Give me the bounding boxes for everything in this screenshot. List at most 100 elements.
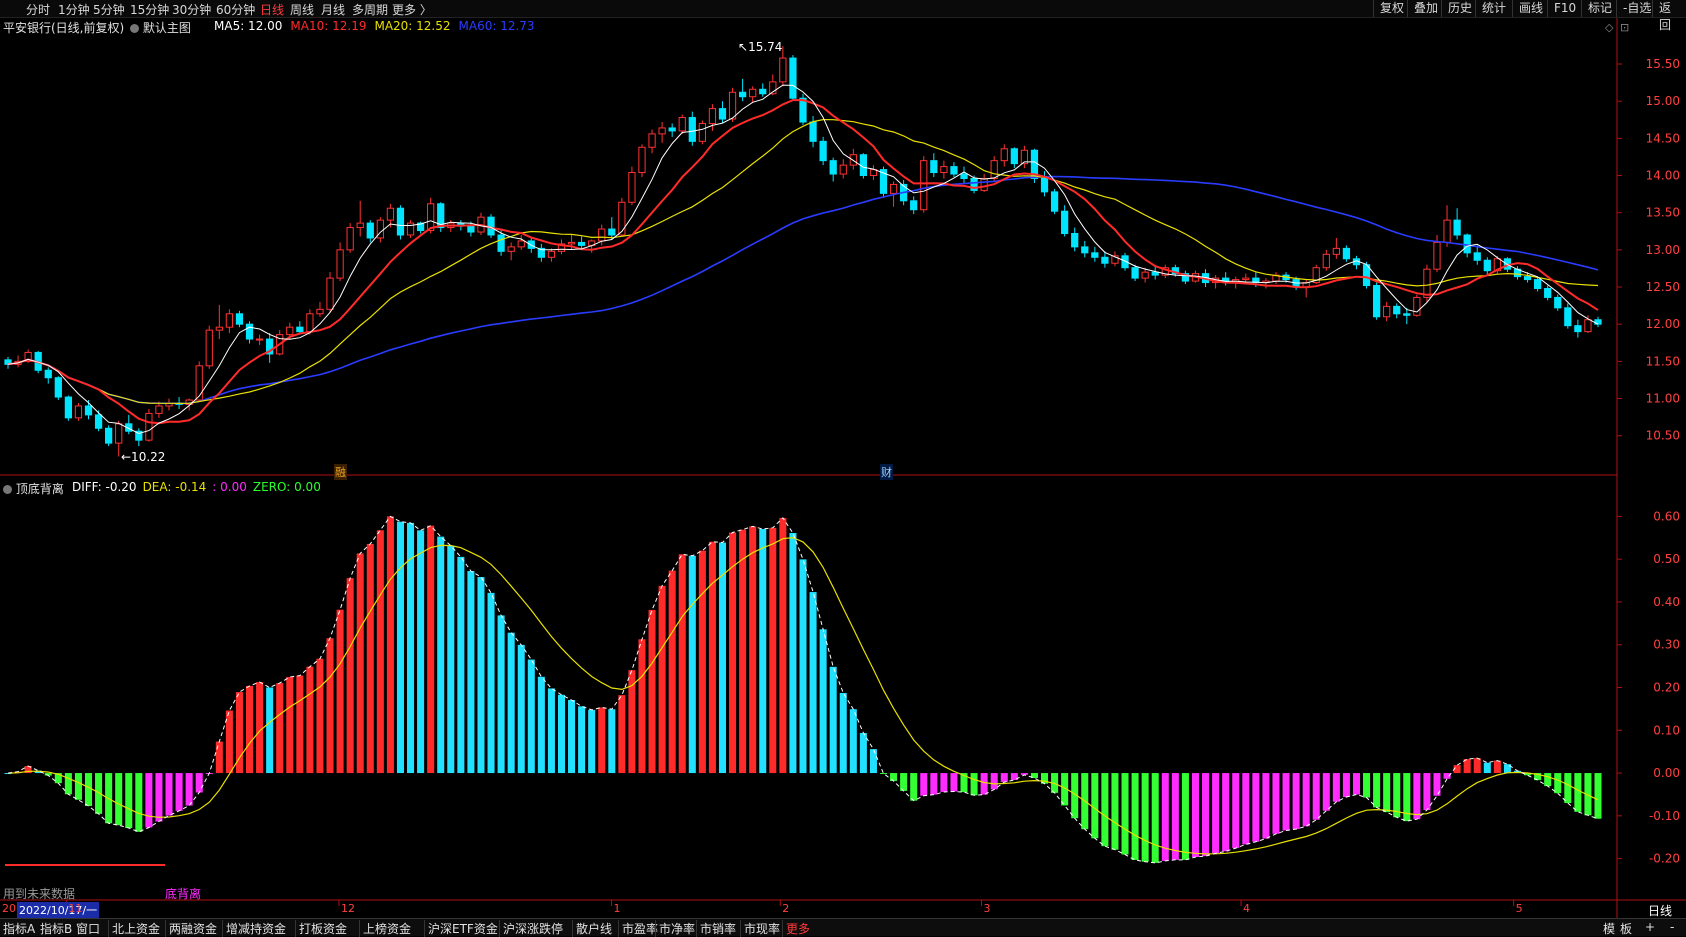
candle-down [1050,191,1059,212]
event-label-margin[interactable]: 融 [334,464,347,480]
bottom-tab-8[interactable]: 沪深ETF资金 [424,920,498,937]
indicator-bar [175,773,183,811]
toolbar-button-3[interactable]: 统计 [1475,0,1512,17]
ma-legend-item: MA20: 12.52 [374,19,451,33]
indicator-header[interactable]: 顶底背离 [3,480,64,497]
bottom-tab-13[interactable]: 市销率 [696,920,736,937]
bottom-tab-12[interactable]: 市净率 [655,920,695,937]
period-tab-6[interactable]: 日线 [260,1,284,18]
bottom-right-1[interactable]: 板 [1620,920,1632,937]
candle-up [779,57,787,83]
ma-legend-item: MA10: 12.19 [290,19,367,33]
toolbar-button-0[interactable]: 复权 [1373,0,1410,17]
period-tab-0[interactable]: 分时 [26,1,50,18]
indicator-bar [1262,773,1270,839]
indicator-tick-label: 0.20 [1653,681,1680,695]
indicator-legend-item: DIFF: -0.20 [72,480,137,494]
period-tab-8[interactable]: 月线 [321,1,345,18]
candle-up [749,88,757,98]
indicator-bar [145,773,153,828]
candle-down [1564,307,1572,327]
indicator-bar [437,536,445,774]
period-tab-2[interactable]: 5分钟 [93,1,125,18]
indicator-bar [155,773,163,822]
period-tab-3[interactable]: 15分钟 [130,1,169,18]
indicator-bar [507,632,515,774]
candle-down [1151,271,1159,276]
indicator-bar [1473,758,1481,774]
bottom-tab-15[interactable]: 更多 [782,920,810,937]
event-label-finance[interactable]: 财 [880,464,893,480]
indicator-bar [1302,773,1310,827]
toolbar-button-1[interactable]: 叠加 [1407,0,1444,17]
bottom-right-2[interactable]: + [1645,920,1655,934]
price-tick-label: 10.50 [1646,429,1680,443]
candle-down [84,405,93,416]
indicator-bar [658,585,666,774]
indicator-bar [1363,773,1371,798]
bottom-right-0[interactable]: 模 [1603,920,1615,937]
indicator-bar [1191,773,1199,858]
bottom-tab-9[interactable]: 沪深涨跌停 [499,920,563,937]
toolbar-button-8[interactable]: 返回 [1652,0,1686,32]
toolbar-button-4[interactable]: 画线 [1512,0,1549,17]
indicator-bar [487,592,495,774]
indicator-bar [376,530,384,774]
indicator-bar [547,688,555,774]
period-tab-1[interactable]: 1分钟 [58,1,90,18]
candle-down [608,228,616,236]
bottom-tab-6[interactable]: 打板资金 [295,920,347,937]
indicator-bar [477,577,485,774]
month-label: 4 [1243,902,1251,915]
ma-legend-item: MA60: 12.73 [458,19,535,33]
candle-up [286,326,294,336]
period-tab-7[interactable]: 周线 [290,1,314,18]
indicator-bar [356,553,364,774]
bottom-tab-10[interactable]: 散户线 [572,920,612,937]
indicator-bar [1423,773,1431,811]
indicator-name: 顶底背离 [15,482,64,496]
bottom-toolbar: 指标A 指标B 窗口 北上资金 两融资金 增减持资金 打板资金 上榜资金 沪深ETF资金 沪深涨跌… [0,918,1686,937]
candle-down [739,91,747,98]
period-tab-10[interactable]: 更多 〉 [392,1,432,18]
diamond-icon[interactable]: ◇ [1605,21,1613,34]
expand-icon[interactable]: ⊡ [1620,21,1629,34]
toolbar-button-5[interactable]: F10 [1547,0,1582,17]
indicator-bar [1373,773,1381,808]
indicator-bar [1554,773,1562,794]
bottom-tab-4[interactable]: 两融资金 [165,920,217,937]
indicator-bar [950,773,958,792]
bottom-tab-2[interactable]: 窗口 [76,920,100,937]
candle-down [1091,252,1099,258]
bottom-tab-0[interactable]: 指标A [3,920,35,937]
indicator-bar [1101,773,1109,847]
bottom-tab-11[interactable]: 市盈率 [618,920,658,937]
candle-up [1332,247,1340,255]
candle-up [306,313,314,333]
candle-down [960,173,968,179]
indicator-bar [638,639,646,774]
bottom-tab-14[interactable]: 市现率 [740,920,780,937]
candle-up [507,246,515,252]
candle-down [819,140,827,162]
bottom-tab-3[interactable]: 北上资金 [108,920,160,937]
bottom-tab-5[interactable]: 增减持资金 [222,920,286,937]
period-label: 日线 [1648,904,1673,918]
candle-up [74,405,83,419]
bottom-tab-7[interactable]: 上榜资金 [359,920,411,937]
indicator-bar [1252,773,1260,842]
candle-up [1141,271,1149,279]
chart-canvas[interactable]: 15.50 15.00 14.50 14.00 13.50 13.00 12.50 12.00… [0,0,1686,935]
template-selector[interactable]: 默认主图 [130,19,191,36]
indicator-bar [256,682,264,774]
toolbar-button-6[interactable]: 标记 [1581,0,1618,17]
price-tick-label: 15.50 [1646,57,1680,71]
date-readout: 2022/10/17/一 [17,902,100,918]
period-tab-9[interactable]: 多周期 [352,1,388,18]
period-tab-5[interactable]: 60分钟 [216,1,255,18]
toolbar-button-2[interactable]: 历史 [1441,0,1478,17]
bottom-right-3[interactable]: - [1670,920,1674,934]
period-tab-4[interactable]: 30分钟 [172,1,211,18]
indicator-bar [1202,773,1210,857]
bottom-tab-1[interactable]: 指标B [40,920,72,937]
